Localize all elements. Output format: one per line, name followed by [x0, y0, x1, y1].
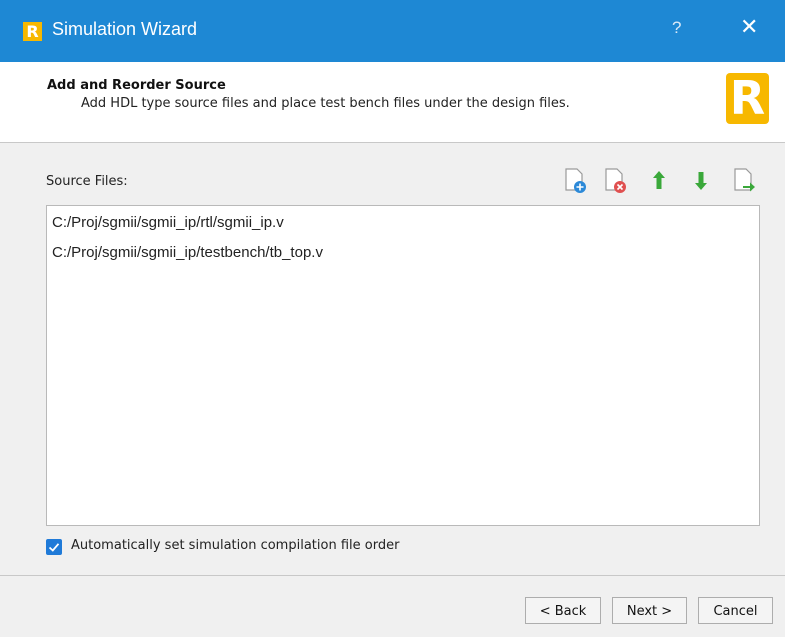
auto-order-label: Automatically set simulation compilation… [71, 538, 400, 553]
remove-file-button[interactable] [602, 165, 628, 195]
close-button[interactable]: ✕ [740, 14, 758, 40]
help-button[interactable]: ? [672, 18, 681, 38]
wizard-header: Add and Reorder Source Add HDL type sour… [0, 62, 785, 143]
arrow-up-icon [653, 171, 665, 189]
page-title: Add and Reorder Source [47, 78, 226, 93]
arrow-down-icon [695, 172, 707, 190]
next-button[interactable]: Next > [612, 597, 687, 624]
source-files-label: Source Files: [46, 174, 128, 189]
cancel-button[interactable]: Cancel [698, 597, 773, 624]
move-up-button[interactable] [646, 165, 672, 195]
checkmark-icon [48, 543, 60, 552]
auto-order-checkbox[interactable] [46, 539, 62, 555]
back-button[interactable]: < Back [525, 597, 601, 624]
wizard-logo-icon: R [726, 73, 769, 124]
page-description: Add HDL type source files and place test… [81, 96, 570, 111]
remove-file-icon [605, 168, 626, 193]
window-title: Simulation Wizard [52, 19, 198, 39]
source-file-list[interactable]: C:/Proj/sgmii/sgmii_ip/rtl/sgmii_ip.v C:… [46, 205, 760, 526]
add-file-button[interactable] [562, 165, 588, 195]
add-file-icon [565, 168, 586, 193]
app-logo-icon: R [23, 22, 42, 41]
import-file-icon [734, 168, 755, 192]
import-file-button[interactable] [731, 165, 757, 195]
title-bar: R Simulation Wizard ? ✕ [0, 0, 785, 62]
divider [0, 575, 785, 576]
list-item[interactable]: C:/Proj/sgmii/sgmii_ip/testbench/tb_top.… [52, 244, 323, 261]
move-down-button[interactable] [688, 165, 714, 195]
list-item[interactable]: C:/Proj/sgmii/sgmii_ip/rtl/sgmii_ip.v [52, 214, 284, 231]
